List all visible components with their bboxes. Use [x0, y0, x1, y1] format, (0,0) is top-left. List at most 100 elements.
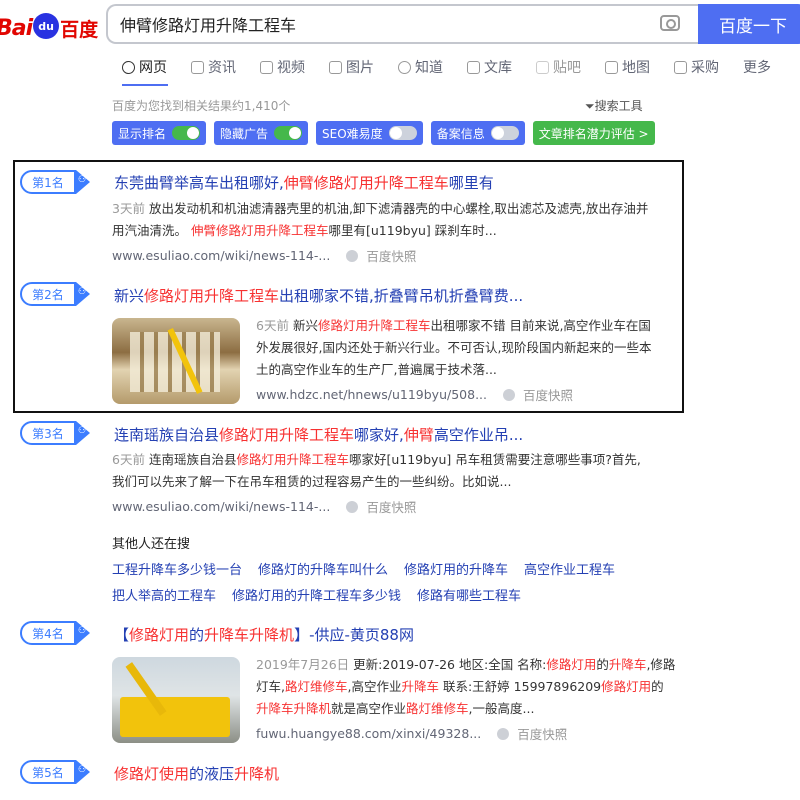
title-highlight: 升降机 [234, 765, 280, 783]
rank-label: 第1名 [20, 170, 76, 194]
tab-label: 视频 [277, 60, 305, 76]
camera-icon[interactable] [660, 15, 680, 31]
rank-badge: 第2名 [20, 282, 94, 306]
related-search-link[interactable]: 修路灯用的升降工程车多少钱 [232, 585, 401, 604]
result-title[interactable]: 新兴修路灯用升降工程车出租哪家不错,折叠臂吊机折叠臂费... [114, 285, 523, 306]
video-icon [260, 60, 273, 74]
ranking-potential-button[interactable]: 文章排名潜力评估 > [532, 121, 655, 145]
result-title[interactable]: 【修路灯用的升降车升降机】-供应-黄页88网 [114, 624, 414, 645]
result-time: 6天前 [112, 452, 145, 467]
tab-purchase[interactable]: 采购 [674, 57, 719, 77]
tab-label: 更多 [743, 60, 771, 76]
question-icon [398, 60, 411, 74]
rank-arrow-icon [76, 170, 90, 194]
result-thumbnail[interactable] [112, 657, 240, 743]
tab-label: 资讯 [208, 60, 236, 76]
tab-tieba[interactable]: 贴吧 [536, 57, 581, 77]
search-button[interactable]: 百度一下 [698, 4, 800, 44]
tab-news[interactable]: 资讯 [191, 57, 236, 77]
toggle-seo-difficulty[interactable]: SEO难易度 [316, 121, 423, 145]
tab-video[interactable]: 视频 [260, 57, 305, 77]
related-search-link[interactable]: 高空作业工程车 [524, 559, 615, 578]
chevron-down-icon[interactable] [497, 727, 510, 740]
search-icon [122, 60, 135, 74]
rank-arrow-icon [76, 282, 90, 306]
chevron-down-icon[interactable] [346, 500, 359, 513]
result-title[interactable]: 连南瑶族自治县修路灯用升降工程车哪家好,伸臂高空作业吊... [114, 424, 523, 445]
tab-images[interactable]: 图片 [329, 57, 374, 77]
result-time: 2019年7月26日 [256, 657, 350, 672]
toggle-bar: 显示排名 隐藏广告 SEO难易度 备案信息 文章排名潜力评估 > [112, 121, 663, 145]
snapshot-link[interactable]: 百度快照 [366, 497, 416, 516]
tab-web[interactable]: 网页 [122, 57, 167, 77]
rank-label: 第2名 [20, 282, 76, 306]
snapshot-link[interactable]: 百度快照 [366, 246, 416, 265]
tab-label: 地图 [622, 60, 650, 76]
abstract-highlight: 伸臂修路灯用升降工程车 [190, 223, 329, 238]
baidu-logo[interactable]: Bai du 百度 [0, 8, 98, 48]
related-search-link[interactable]: 修路灯用的升降车 [404, 559, 508, 578]
tab-wenku[interactable]: 文库 [467, 57, 512, 77]
result-time: 3天前 [112, 201, 145, 216]
title-highlight: 伸臂修路灯用升降工程车 [283, 174, 449, 192]
switch-off-icon[interactable] [388, 126, 417, 140]
chevron-down-icon[interactable] [503, 388, 515, 401]
result-time: 6天前 [256, 318, 289, 333]
paw-icon [536, 60, 549, 74]
related-search-link[interactable]: 把人举高的工程车 [112, 585, 216, 604]
result-abstract: 3天前 放出发动机和机油滤清器壳里的机油,卸下滤清器壳的中心螺栓,取出滤芯及滤壳… [112, 198, 672, 242]
abstract-text: 放出发动机和机油滤清器壳里的机油,卸下滤清器壳的中心螺栓,取出滤芯及滤壳,放出存… [148, 201, 649, 216]
title-part: 连南瑶族自治县 [114, 426, 220, 444]
shop-icon [674, 60, 687, 74]
abstract-text: 更新:2019-07-26 地区:全国 名称: [353, 657, 547, 672]
abstract-highlight: 修路灯用升降工程车 [236, 452, 349, 467]
switch-on-icon[interactable] [172, 126, 201, 140]
result-url-row: www.hdzc.net/hnews/u119byu/508... 百度快照 [256, 385, 573, 404]
abstract-highlight: 修路灯用 [601, 679, 652, 694]
result-url[interactable]: www.esuliao.com/wiki/news-114-... [112, 499, 330, 514]
abstract-text: 土的高空作业车的生产厂,普遍属于技术落... [256, 362, 497, 377]
tab-label: 网页 [139, 60, 167, 76]
switch-off-icon[interactable] [490, 126, 519, 140]
rank-arrow-icon [76, 621, 90, 645]
title-highlight: 修路灯用升降工程车 [144, 287, 280, 305]
title-part: 哪里有 [448, 174, 494, 192]
result-url[interactable]: www.hdzc.net/hnews/u119byu/508... [256, 387, 487, 402]
result-title[interactable]: 东莞曲臂举高车出租哪好,伸臂修路灯用升降工程车哪里有 [114, 172, 494, 193]
tab-bar: 网页 资讯 视频 图片 知道 文库 贴吧 地图 采购 更多 [122, 57, 795, 77]
document-icon [467, 60, 480, 74]
result-url[interactable]: www.esuliao.com/wiki/news-114-... [112, 248, 330, 263]
title-highlight: 升降车升降机 [204, 626, 295, 644]
abstract-text: 新兴 [292, 318, 318, 333]
toggle-label: 显示排名 [118, 126, 167, 141]
result-title[interactable]: 修路灯使用的液压升降机 [114, 763, 279, 784]
abstract-text: 哪家好[u119byu] 吊车租赁需要注意哪些事项?首先, [348, 452, 641, 467]
related-search-link[interactable]: 修路有哪些工程车 [417, 585, 521, 604]
tab-map[interactable]: 地图 [605, 57, 650, 77]
search-input[interactable] [120, 14, 640, 34]
related-search-link[interactable]: 修路灯的升降车叫什么 [258, 559, 388, 578]
result-url[interactable]: fuwu.huangye88.com/xinxi/49328... [256, 726, 481, 741]
rank-label: 第5名 [20, 760, 76, 784]
toggle-icp-info[interactable]: 备案信息 [430, 121, 525, 145]
chevron-down-icon[interactable] [346, 249, 359, 262]
result-thumbnail[interactable] [112, 318, 240, 404]
active-tab-indicator [122, 84, 168, 86]
abstract-text: ,一般高度... [468, 701, 535, 716]
search-tools-button[interactable]: ⏷搜索工具 [585, 97, 643, 114]
toggle-show-rank[interactable]: 显示排名 [112, 121, 207, 145]
abstract-text: 连南瑶族自治县 [148, 452, 237, 467]
toggle-hide-ads[interactable]: 隐藏广告 [214, 121, 309, 145]
snapshot-link[interactable]: 百度快照 [517, 724, 567, 743]
abstract-text: 联系:王舒婷 15997896209 [439, 679, 602, 694]
switch-on-icon[interactable] [274, 126, 303, 140]
snapshot-link[interactable]: 百度快照 [523, 385, 573, 404]
related-search-link[interactable]: 工程升降车多少钱一台 [112, 559, 242, 578]
abstract-text: 外发展很好,国内还处于新兴行业。不可否认,现阶段国内新起来的一些本 [256, 340, 652, 355]
rank-arrow-icon [76, 421, 90, 445]
tab-zhidao[interactable]: 知道 [398, 57, 443, 77]
title-part: 东莞曲臂举高车出租哪好, [114, 174, 284, 192]
tab-more[interactable]: 更多 [743, 57, 771, 77]
title-highlight: 修路灯用升降工程车 [219, 426, 355, 444]
related-searches-title: 其他人还在搜 [112, 537, 191, 552]
